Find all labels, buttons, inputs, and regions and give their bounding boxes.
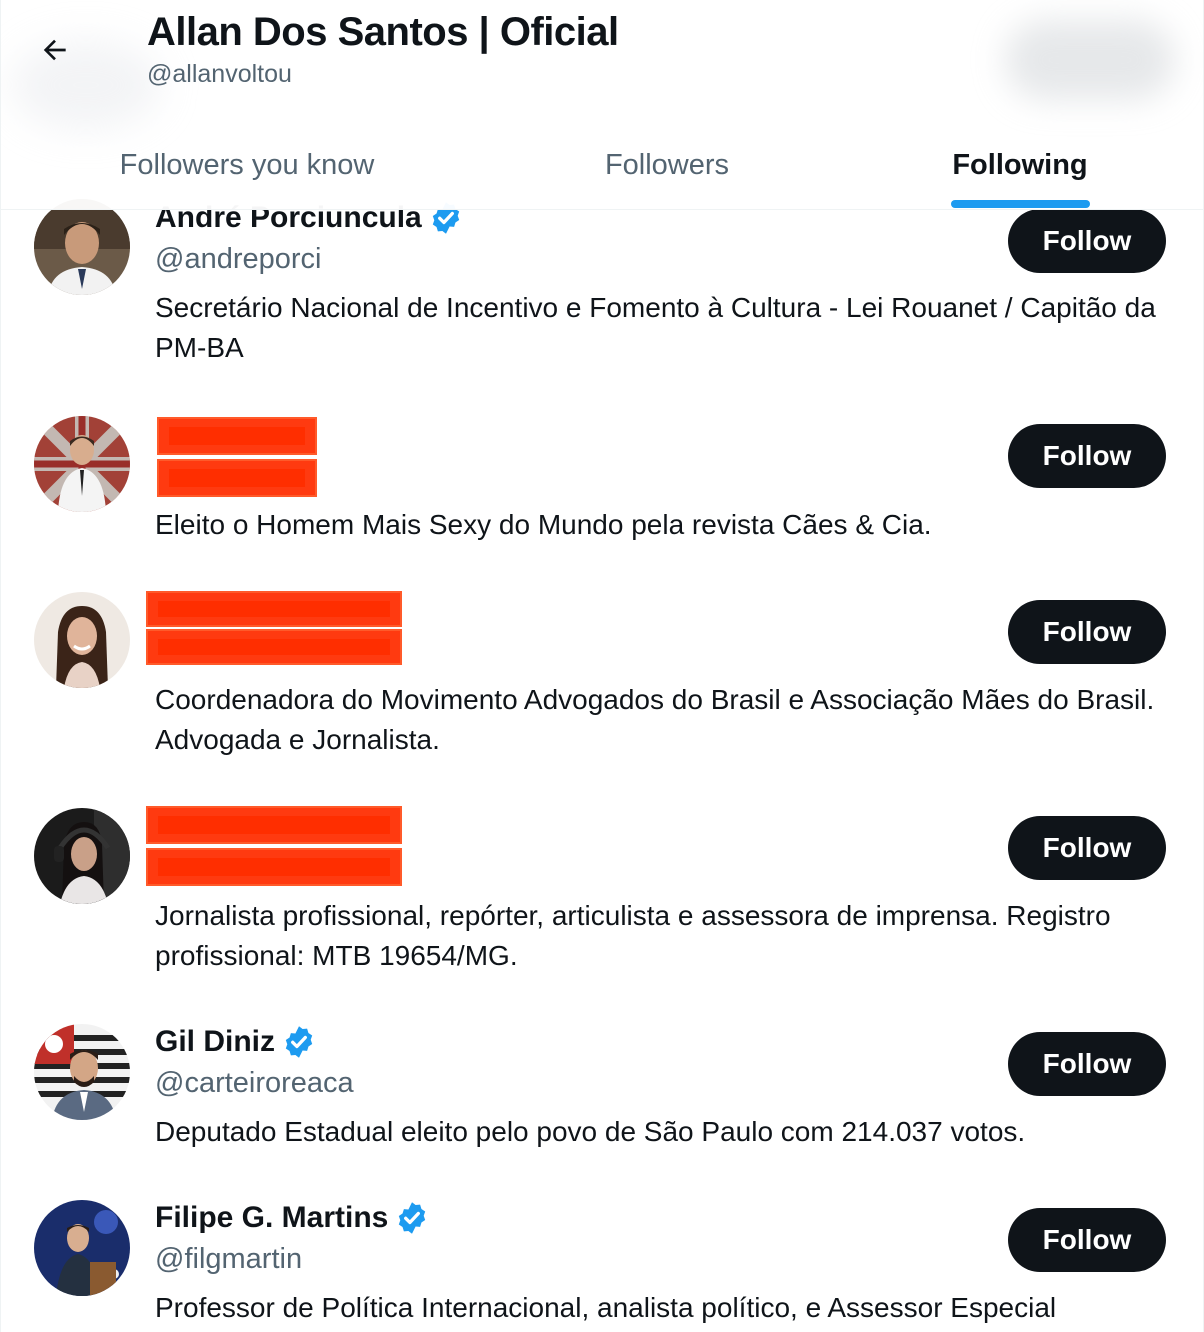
- back-button[interactable]: [25, 20, 85, 80]
- user-bio: Deputado Estadual eleito pelo povo de Sã…: [155, 1116, 1026, 1147]
- tab-followers[interactable]: Followers: [581, 120, 753, 210]
- page-title: Allan Dos Santos | Oficial: [147, 10, 619, 54]
- avatar[interactable]: [34, 199, 130, 295]
- follow-button[interactable]: Follow: [1008, 600, 1166, 664]
- list-item[interactable]: Follow Eleito o Homem Mais Sexy do Mundo…: [1, 400, 1203, 570]
- profile-handle: @allanvoltou: [147, 60, 292, 88]
- tab-following[interactable]: Following: [931, 120, 1109, 210]
- avatar-photo: [34, 808, 130, 904]
- follow-button[interactable]: Follow: [1008, 816, 1166, 880]
- avatar[interactable]: [34, 1200, 130, 1296]
- user-name[interactable]: Filipe G. Martins: [155, 1201, 388, 1235]
- redacted-handle: [146, 629, 402, 665]
- verified-badge-icon: [285, 1026, 313, 1058]
- name-row: Filipe G. Martins: [155, 1200, 430, 1236]
- user-handle: @andreporci: [155, 243, 322, 275]
- avatar-photo: [34, 592, 130, 688]
- follow-button[interactable]: Follow: [1008, 424, 1166, 488]
- user-bio: Secretário Nacional de Incentivo e Fomen…: [155, 292, 1156, 363]
- user-name[interactable]: Gil Diniz: [155, 1025, 275, 1059]
- list-item[interactable]: Gil Diniz @carteiroreaca Follow Deputado…: [1, 1006, 1203, 1182]
- redacted-name: [146, 591, 402, 627]
- user-bio: Eleito o Homem Mais Sexy do Mundo pela r…: [155, 509, 932, 540]
- list-item[interactable]: Follow Jornalista profissional, repórter…: [1, 788, 1203, 1006]
- user-bio: Coordenadora do Movimento Advogados do B…: [155, 684, 1155, 755]
- list-item[interactable]: Filipe G. Martins @filgmartin Follow Pro…: [1, 1182, 1203, 1332]
- name-row: Gil Diniz: [155, 1024, 317, 1060]
- avatar[interactable]: [34, 592, 130, 688]
- redacted-handle: [157, 459, 317, 497]
- verified-badge-icon: [399, 1202, 426, 1234]
- avatar[interactable]: [34, 416, 130, 512]
- page: André Porciuncula @andreporci Follow Sec…: [0, 0, 1204, 1332]
- avatar-photo: [34, 1024, 130, 1120]
- tab-bar: Followers you know Followers Following: [1, 120, 1203, 210]
- profile-header: Allan Dos Santos | Oficial @allanvoltou …: [1, 0, 1203, 210]
- header-blur: [1005, 20, 1175, 100]
- follow-button[interactable]: Follow: [1008, 1208, 1166, 1272]
- user-handle: @filgmartin: [155, 1243, 303, 1275]
- list-item[interactable]: Follow Coordenadora do Movimento Advogad…: [1, 570, 1203, 788]
- active-tab-indicator: [951, 200, 1090, 208]
- avatar[interactable]: [34, 1024, 130, 1120]
- follow-button[interactable]: Follow: [1008, 1032, 1166, 1096]
- redacted-handle: [146, 848, 402, 886]
- avatar-photo: [34, 416, 130, 512]
- user-handle: @carteiroreaca: [155, 1067, 354, 1099]
- follow-button[interactable]: Follow: [1008, 209, 1166, 273]
- user-bio: Jornalista profissional, repórter, artic…: [155, 900, 1111, 971]
- user-bio: Professor de Política Internacional, ana…: [155, 1292, 1057, 1323]
- avatar-photo: [34, 1200, 130, 1296]
- redacted-name: [157, 417, 317, 455]
- tab-followers-you-know[interactable]: Followers you know: [101, 120, 393, 210]
- arrow-left-icon: [43, 39, 66, 61]
- avatar-photo: [34, 199, 130, 295]
- avatar[interactable]: [34, 808, 130, 904]
- redacted-name: [146, 806, 402, 844]
